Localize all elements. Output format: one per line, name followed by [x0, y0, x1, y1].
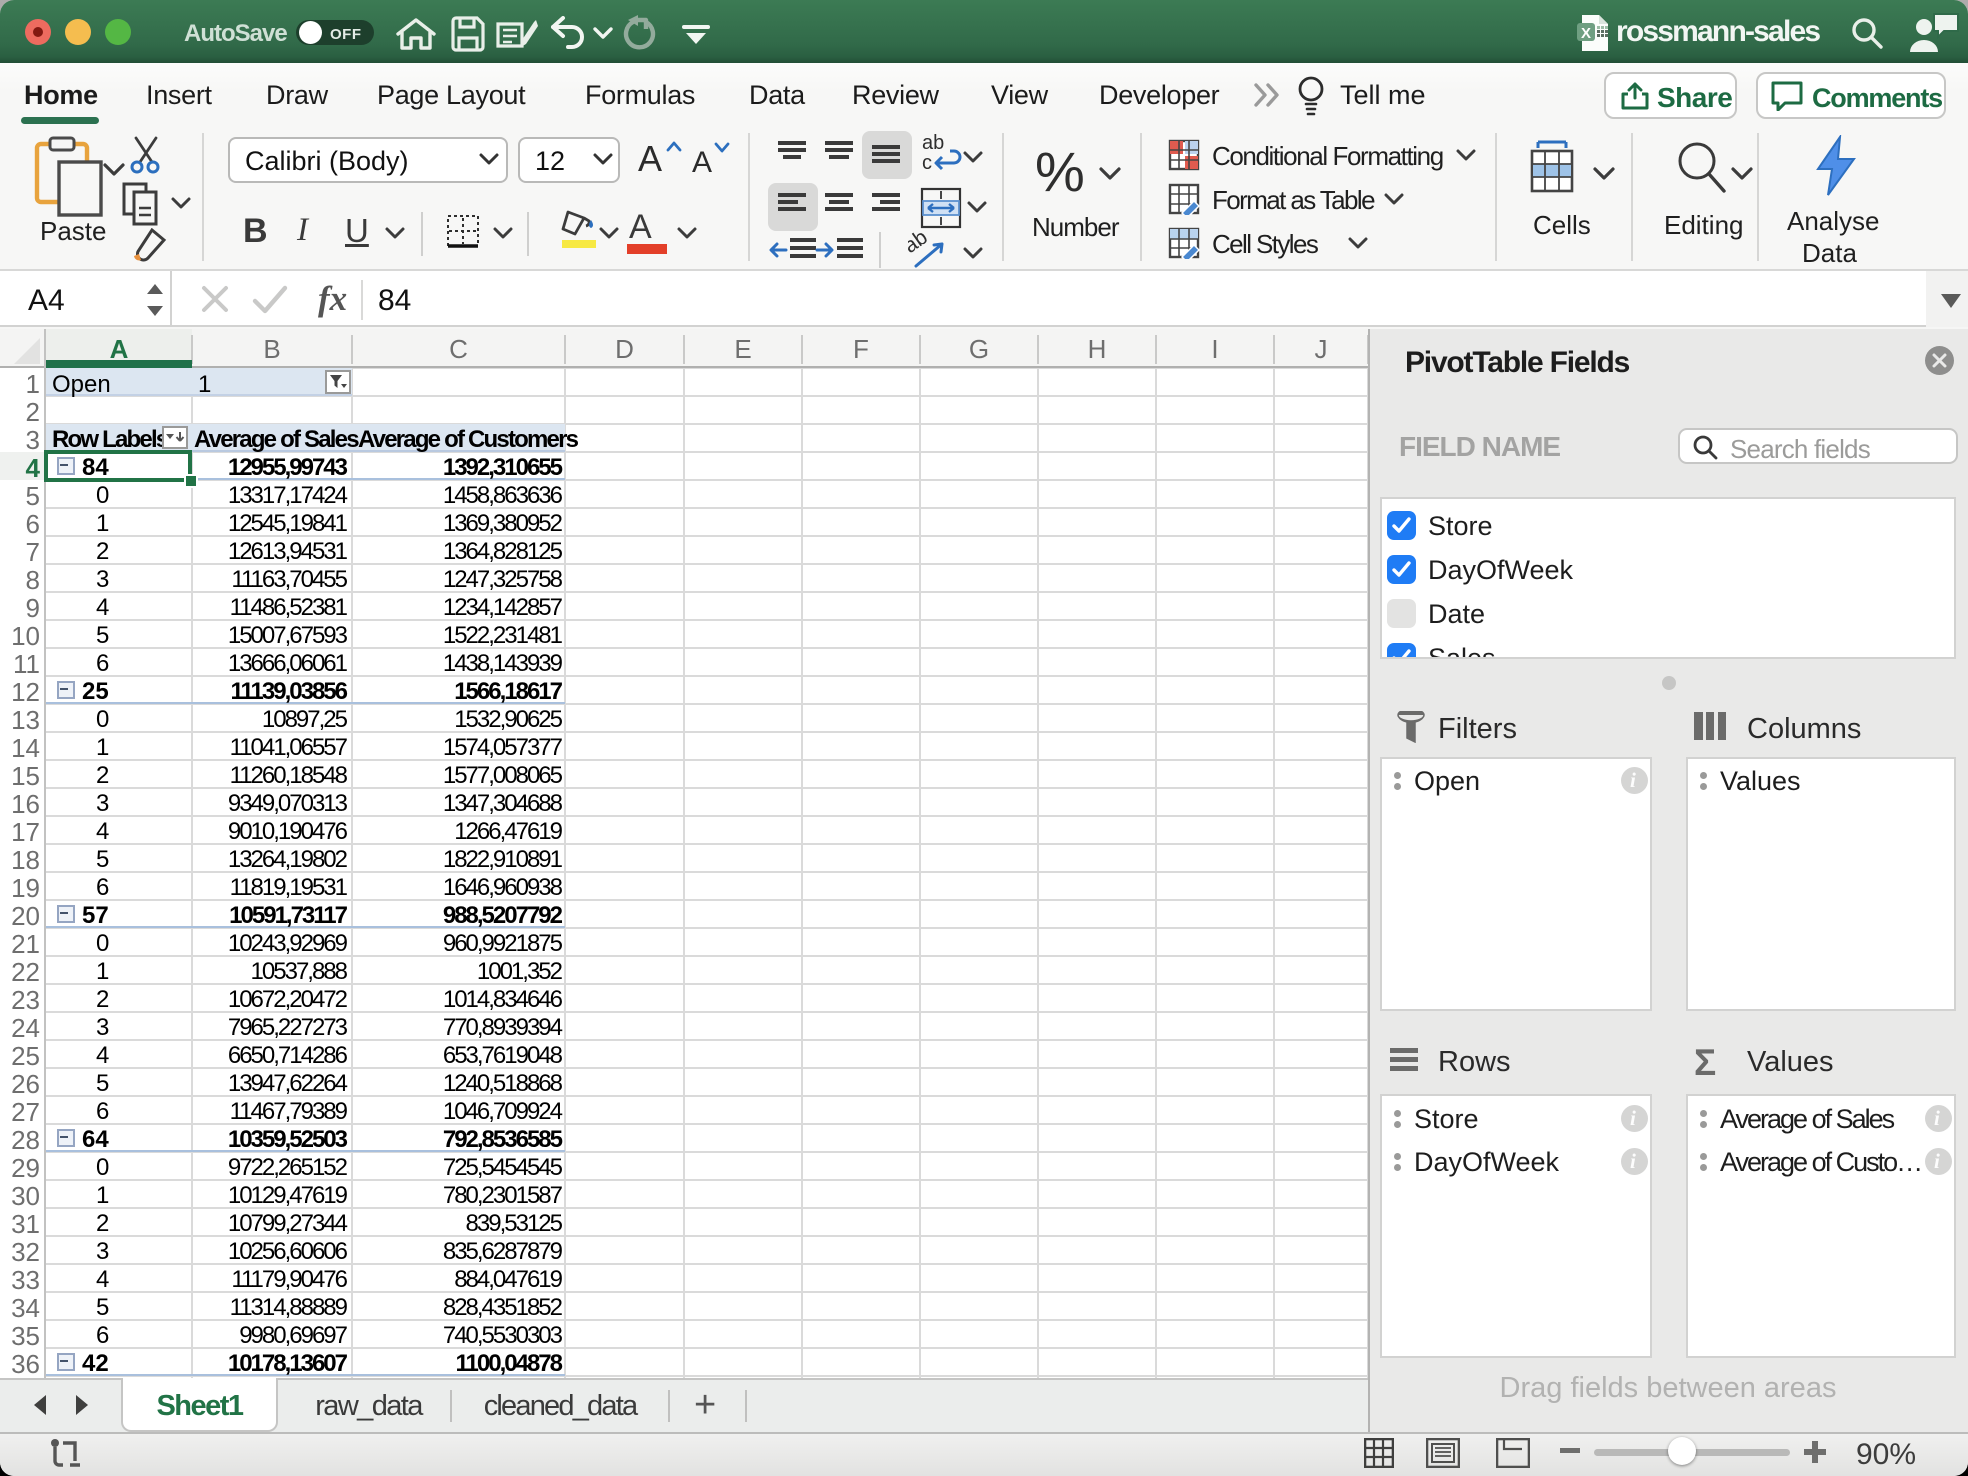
svg-text:c: c: [922, 152, 932, 174]
svg-text:ab: ab: [908, 230, 932, 258]
svg-text:ab: ab: [922, 133, 944, 154]
